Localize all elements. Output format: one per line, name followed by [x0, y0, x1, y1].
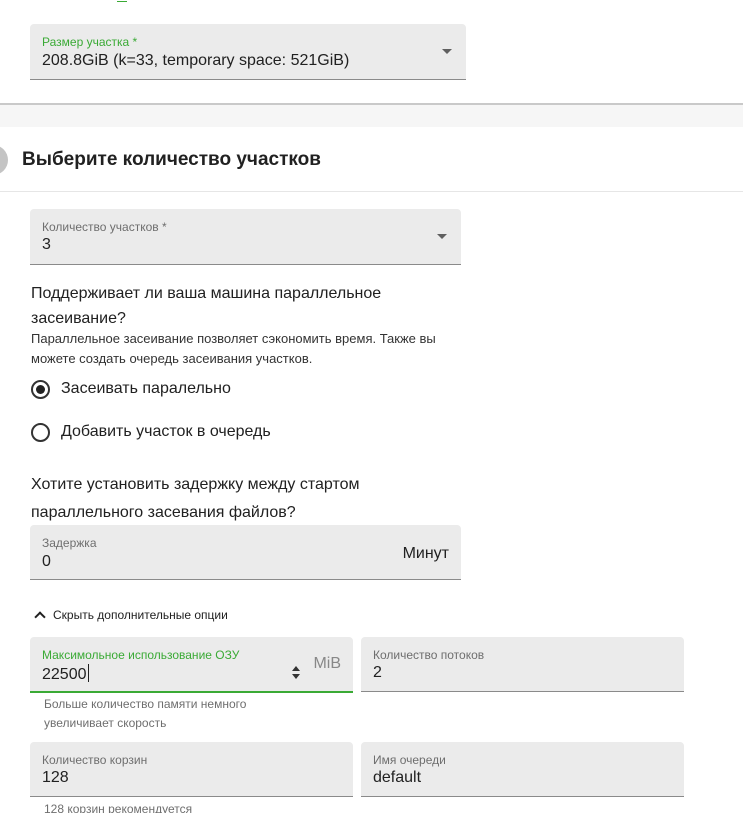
max-ram-input[interactable]: 22500: [42, 664, 89, 684]
radio-checked-icon[interactable]: [31, 379, 50, 399]
delay-label: Задержка: [42, 536, 97, 550]
radio-queue[interactable]: Добавить участок в очередь: [31, 420, 271, 444]
buckets-value[interactable]: 128: [42, 769, 69, 787]
plot-wizard: Размер участка * 208.8GiB (k=33, tempora…: [0, 0, 743, 813]
threads-value[interactable]: 2: [373, 664, 382, 682]
chevron-down-icon: [442, 49, 452, 54]
chevron-up-icon: [34, 611, 46, 623]
increment-icon[interactable]: [292, 666, 300, 671]
plot-size-select[interactable]: Размер участка * 208.8GiB (k=33, tempora…: [30, 24, 466, 80]
text-cursor: [87, 664, 89, 682]
delay-field[interactable]: Задержка 0 Минут: [30, 525, 461, 580]
parallel-question: Поддерживает ли ваша машина параллельное…: [31, 285, 382, 327]
buckets-field[interactable]: Количество корзин 128: [30, 742, 353, 797]
step-indicator-icon: [0, 145, 8, 175]
decrement-icon[interactable]: [292, 674, 300, 679]
top-link-underline: [117, 0, 127, 2]
delay-unit: Минут: [402, 545, 449, 562]
max-ram-unit: MiB: [313, 655, 341, 672]
buckets-label: Количество корзин: [42, 753, 148, 767]
plot-count-select[interactable]: Количество участков * 3: [30, 209, 461, 265]
section-title: Выберите количество участков: [22, 149, 321, 170]
max-ram-label: Максимольное использование ОЗУ: [42, 648, 240, 662]
delay-value[interactable]: 0: [42, 553, 51, 571]
delay-question: Хотите установить задержку между стартом…: [31, 476, 360, 521]
hide-advanced-toggle[interactable]: Скрыть дополнительные опции: [34, 608, 228, 623]
max-ram-field[interactable]: Максимольное использование ОЗУ 22500 MiB: [30, 637, 353, 693]
queue-name-field[interactable]: Имя очереди default: [361, 742, 684, 797]
section-spacer: [0, 105, 743, 127]
number-stepper[interactable]: [291, 666, 301, 682]
radio-queue-label: Добавить участок в очередь: [61, 423, 271, 440]
threads-field[interactable]: Количество потоков 2: [361, 637, 684, 692]
section-divider: [0, 191, 743, 192]
threads-label: Количество потоков: [373, 648, 485, 662]
radio-parallel-label: Засеивать паралельно: [61, 380, 231, 397]
plot-size-label: Размер участка *: [42, 35, 138, 49]
max-ram-value: 22500: [42, 666, 87, 683]
radio-parallel[interactable]: Засеивать паралельно: [31, 377, 231, 401]
radio-unchecked-icon[interactable]: [31, 422, 50, 442]
plot-count-value: 3: [42, 236, 51, 253]
buckets-helper: 128 корзин рекомендуется: [44, 802, 193, 813]
plot-size-value: 208.8GiB (k=33, temporary space: 521GiB): [42, 52, 350, 69]
chevron-down-icon: [437, 234, 447, 239]
parallel-hint: Параллельное засеивание позволяет сэконо…: [31, 331, 436, 366]
max-ram-helper: Больше количество памяти немного увеличи…: [44, 697, 247, 730]
queue-name-label: Имя очереди: [373, 753, 446, 767]
plot-count-label: Количество участков *: [42, 220, 167, 234]
queue-name-value[interactable]: default: [373, 769, 421, 787]
hide-advanced-label: Скрыть дополнительные опции: [53, 608, 228, 622]
